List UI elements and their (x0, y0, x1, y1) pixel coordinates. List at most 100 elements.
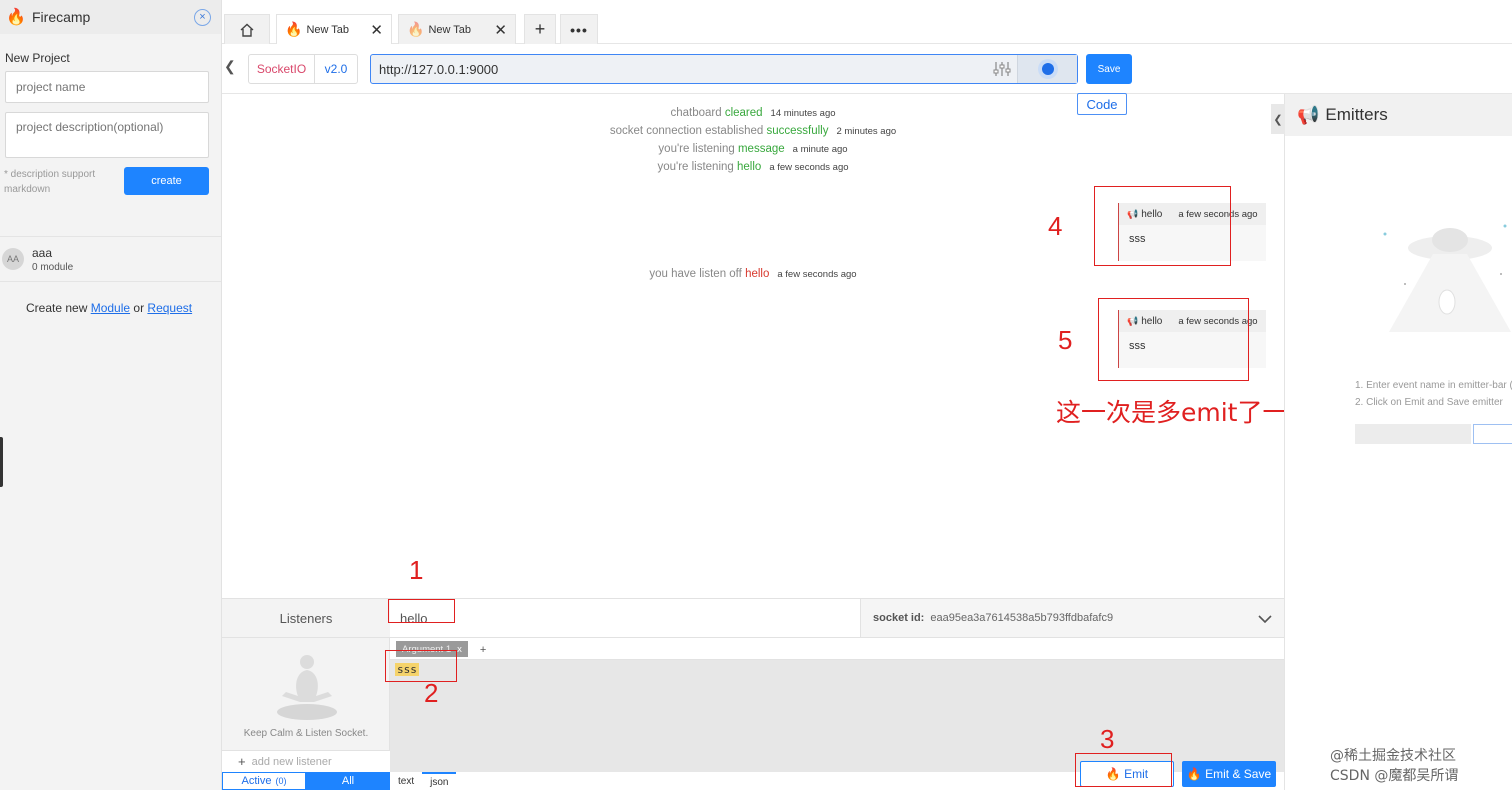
argument-tabs: Argument 1x + (390, 638, 1284, 660)
emitters-title: Emitters (1325, 105, 1388, 124)
sidebar-header: 🔥 Firecamp × (0, 0, 221, 34)
new-tab-button[interactable]: + (524, 14, 556, 44)
settings-sliders-icon[interactable] (987, 61, 1017, 77)
flame-icon: 🔥 (1186, 767, 1202, 781)
message-timeline: Code chatboard cleared 14 minutes ago soc… (222, 93, 1312, 598)
protocol-name[interactable]: SocketIO (249, 55, 315, 83)
annotation-number-1: 1 (409, 555, 424, 585)
emit-and-save-button[interactable]: 🔥 Emit & Save (1182, 761, 1276, 787)
tab-all-listeners[interactable]: All (306, 772, 390, 790)
annotation-box-2 (385, 650, 457, 682)
log-timestamp: 14 minutes ago (770, 108, 836, 119)
socket-id-label: socket id: (873, 612, 925, 624)
add-listener-label: add new listener (251, 755, 332, 768)
annotation-text: 这一次是多emit了一下 (1056, 398, 1313, 427)
annotation-number-3: 3 (1100, 724, 1115, 754)
watermark: @稀土掘金技术社区 CSDN @魔都吴所谓 (1330, 746, 1458, 786)
project-name: aaa (32, 245, 53, 260)
home-tab[interactable] (224, 14, 270, 44)
project-name-input[interactable] (5, 71, 209, 103)
type-json-tab[interactable]: json (422, 772, 457, 790)
project-list-item[interactable]: AA aaa 0 module (0, 236, 221, 282)
tab-bar: 🔥 New Tab ✕ 🔥 New Tab ✕ + ••• (222, 0, 1512, 44)
add-listener-button[interactable]: + add new listener (222, 750, 390, 772)
annotation-box-5 (1098, 298, 1249, 381)
chevron-left-icon[interactable]: ❮ (224, 58, 236, 75)
listener-filter-tabs: Active (0) All (222, 772, 390, 790)
tab-active-label: Active (241, 775, 272, 787)
log-entry: socket connection established successful… (222, 125, 1284, 137)
log-text: you're listening (657, 161, 737, 173)
emitter-bar-button (1473, 424, 1512, 444)
connection-status-icon (1041, 63, 1054, 75)
log-text: socket connection established (609, 125, 767, 137)
emitter-bar-placeholder (1355, 424, 1471, 444)
log-entry: chatboard cleared 14 minutes ago (222, 107, 1284, 119)
or-text: or (130, 301, 148, 315)
close-sidebar-button[interactable]: × (194, 8, 211, 26)
chevron-down-icon[interactable] (1258, 610, 1272, 626)
log-keyword: successfully (766, 125, 829, 137)
ufo-illustration-icon (1383, 224, 1511, 332)
annotation-number-5: 5 (1058, 325, 1073, 355)
event-name-input[interactable] (390, 599, 860, 637)
log-text: chatboard (670, 107, 725, 119)
socket-info: socket id: eaa95ea3a7614538a5b793ffdbafa… (860, 599, 1284, 637)
emitters-step-2: 2. Click on Emit and Save emitter (1355, 397, 1503, 408)
app-title: Firecamp (32, 9, 91, 25)
meditation-illustration-icon (277, 655, 337, 720)
emitters-panel: ❮ 📢 Emitters 1. Enter event name in emit… (1271, 94, 1512, 790)
flame-icon: 🔥 (407, 21, 425, 37)
emitters-header: 📢 Emitters (1285, 94, 1512, 136)
create-new-prompt: Create new Module or Request (26, 301, 192, 315)
annotation-box-4 (1094, 186, 1231, 266)
log-keyword: cleared (724, 107, 763, 119)
listeners-empty-caption: Keep Calm & Listen Socket. (243, 728, 369, 739)
watermark-line-2: CSDN @魔都吴所谓 (1330, 768, 1459, 784)
tab-label: New Tab (428, 23, 472, 36)
event-row: socket id: eaa95ea3a7614538a5b793ffdbafa… (390, 598, 1284, 638)
new-project-heading: New Project (5, 51, 70, 65)
emitters-step-1: 1. Enter event name in emitter-bar ( (1355, 380, 1512, 391)
close-tab-icon[interactable]: ✕ (370, 21, 383, 39)
log-entry: you're listening hello a few seconds ago (222, 161, 1284, 173)
project-module-count: 0 module (32, 261, 74, 273)
add-argument-button[interactable]: + (480, 644, 486, 656)
tab-label: New Tab (306, 23, 350, 36)
listeners-panel: Keep Calm & Listen Socket. + add new lis… (222, 638, 390, 790)
more-tabs-button[interactable]: ••• (560, 14, 598, 44)
tab-new-tab-1[interactable]: 🔥 New Tab ✕ (276, 14, 392, 44)
create-module-link[interactable]: Module (91, 301, 130, 315)
tab-active-listeners[interactable]: Active (0) (222, 772, 306, 790)
emit-save-label: Emit & Save (1205, 767, 1272, 781)
protocol-version[interactable]: v2.0 (315, 55, 357, 83)
plus-icon: + (238, 754, 246, 769)
flame-icon: 🔥 (285, 21, 303, 37)
create-project-button[interactable]: create (124, 167, 209, 195)
collapse-emitters-button[interactable]: ❮ (1271, 104, 1285, 134)
log-keyword: message (737, 143, 785, 155)
description-note: * description support markdown (4, 169, 96, 195)
create-new-prefix: Create new (26, 301, 91, 315)
type-text-tab[interactable]: text (390, 772, 422, 790)
close-argument-icon[interactable]: x (457, 644, 462, 655)
tab-new-tab-2[interactable]: 🔥 New Tab ✕ (398, 14, 516, 44)
log-entry: you have listen off hello a few seconds a… (222, 268, 1284, 280)
create-request-link[interactable]: Request (147, 301, 192, 315)
protocol-selector[interactable]: SocketIO v2.0 (248, 54, 358, 84)
log-text: you're listening (658, 143, 738, 155)
log-timestamp: a few seconds ago (777, 269, 857, 280)
project-avatar: AA (2, 248, 24, 270)
log-keyword: hello (745, 268, 770, 280)
url-input[interactable] (371, 55, 987, 83)
project-sidebar: 🔥 Firecamp × New Project * description s… (0, 0, 222, 790)
connect-toggle-button[interactable] (1017, 55, 1077, 83)
close-tab-icon[interactable]: ✕ (494, 21, 507, 39)
log-timestamp: a few seconds ago (769, 162, 849, 173)
annotation-number-2: 2 (424, 678, 439, 708)
sidebar-resize-handle[interactable] (0, 437, 3, 487)
project-description-input[interactable] (5, 112, 209, 158)
save-button[interactable]: Save (1086, 54, 1132, 84)
emitter-bar: Listeners socket id: eaa95ea3a7614538a5b… (222, 598, 1284, 790)
listeners-header: Listeners (222, 598, 390, 638)
